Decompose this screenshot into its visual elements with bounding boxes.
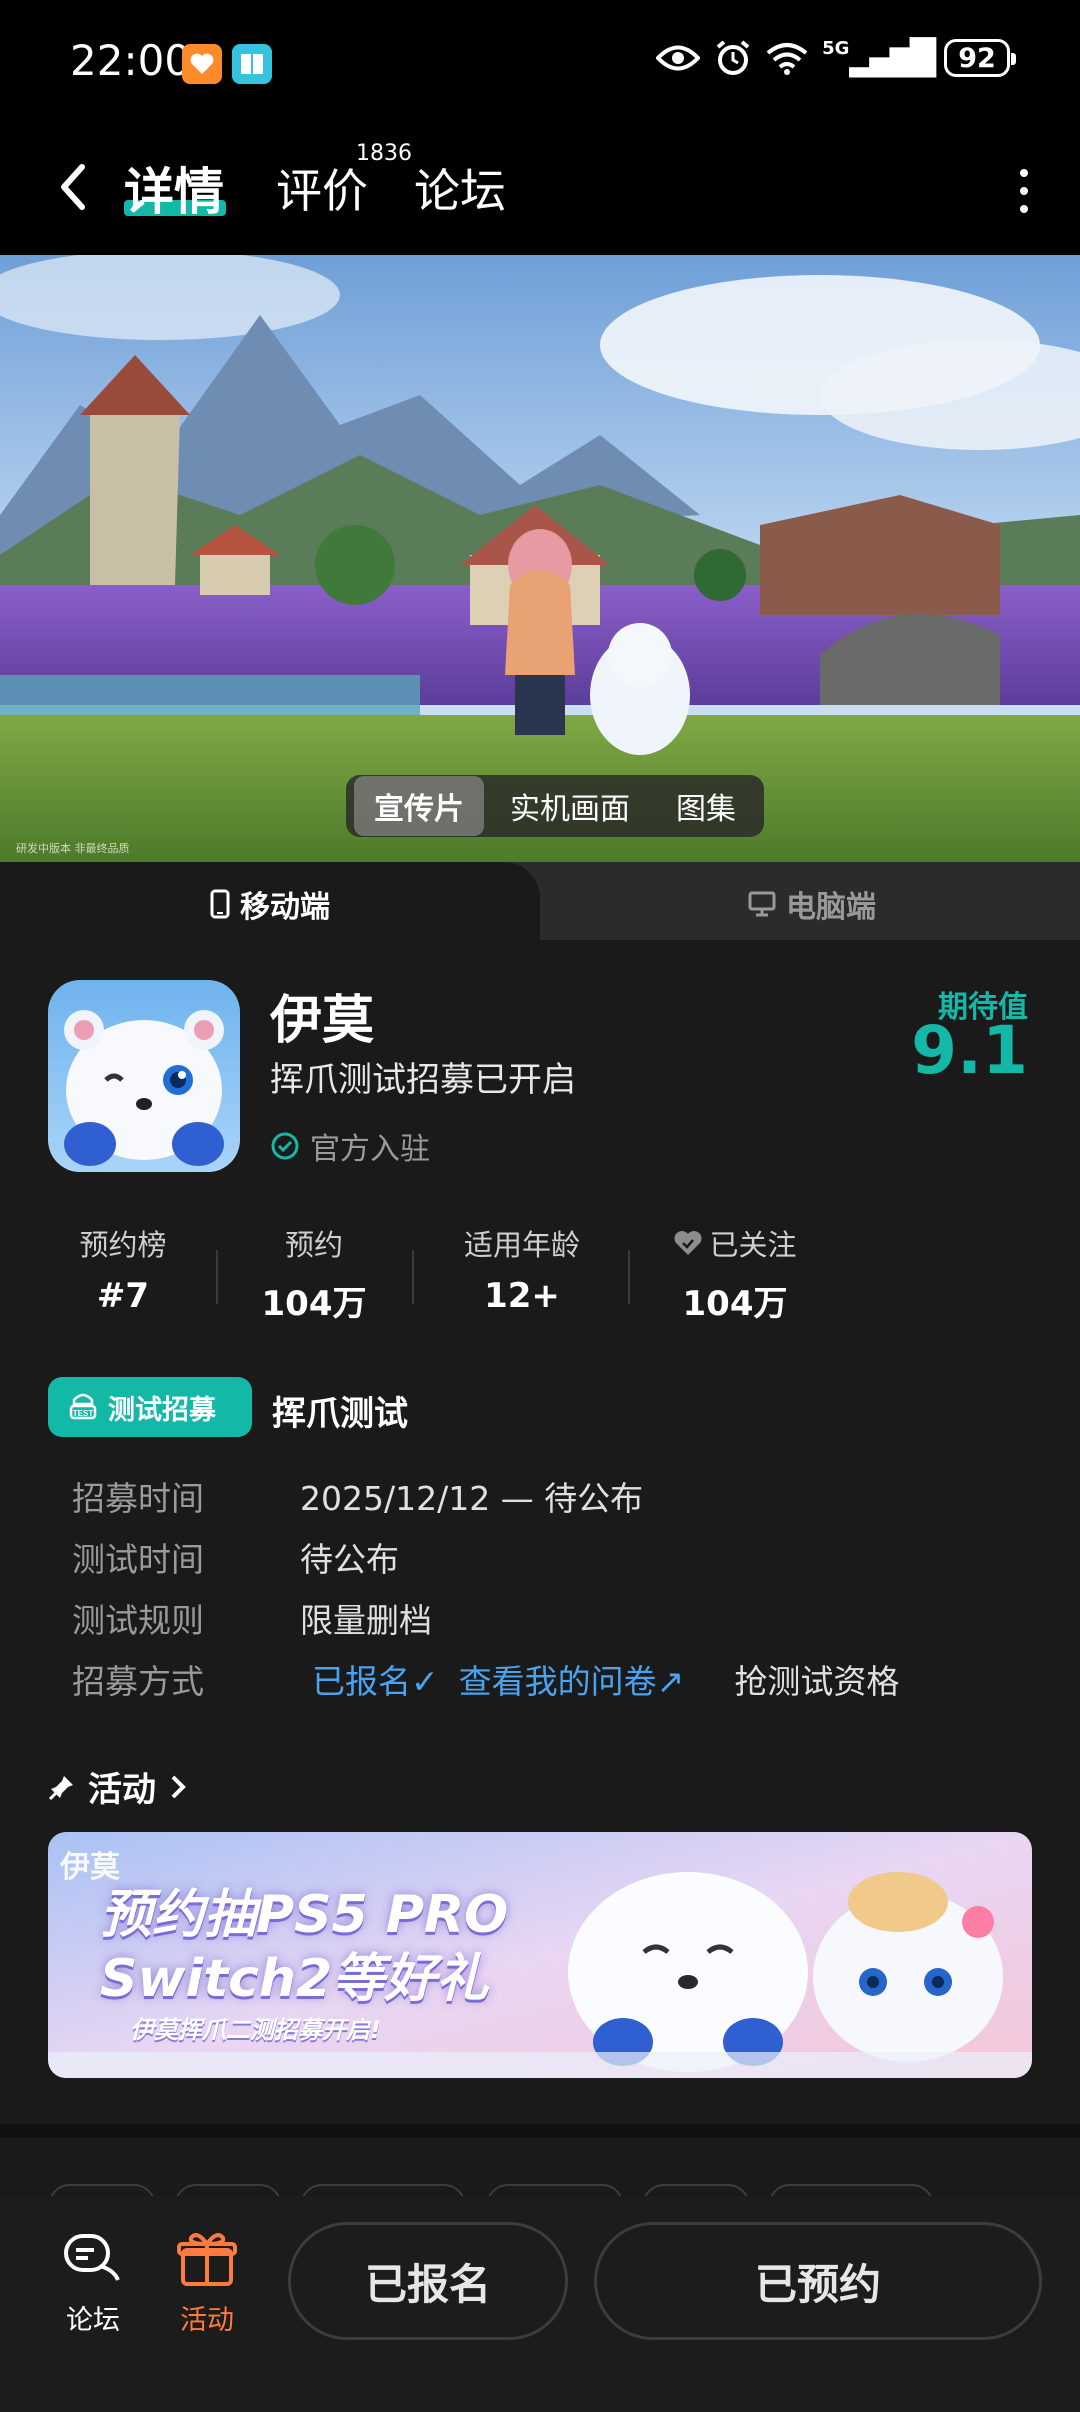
- gift-icon: [177, 2233, 237, 2286]
- forum-chat-icon: [64, 2234, 120, 2281]
- activity-banner[interactable]: 伊莫 预约抽PS5 PRO Switch2等好礼 伊莫挥爪二测招募开启!: [48, 1832, 1032, 2078]
- game-title: 伊莫: [270, 991, 375, 1051]
- tab-mobile[interactable]: 移动端: [210, 882, 330, 926]
- tab-gallery[interactable]: 图集: [656, 776, 756, 836]
- heart-check-icon: [674, 1231, 702, 1255]
- stat-followed-text: 已关注: [709, 1228, 797, 1262]
- pin-icon: [48, 1775, 73, 1800]
- chevron-right-icon: [171, 1775, 186, 1798]
- stat-rank[interactable]: 预约榜 #7: [56, 1222, 190, 1316]
- cell-signal-icon: 5G▂▄▆█: [822, 38, 936, 78]
- tab-gameplay[interactable]: 实机画面: [490, 776, 650, 836]
- stat-rank-label: 预约榜: [79, 1228, 167, 1262]
- expectation-score: 9.1: [911, 1012, 1028, 1089]
- game-app-icon: [48, 980, 240, 1172]
- bottom-activity[interactable]: 活动: [162, 2230, 252, 2337]
- stat-followed-value: 104万: [682, 1284, 788, 1324]
- stat-reservations-label: 预约: [284, 1228, 343, 1262]
- tab-trailer[interactable]: 宣传片: [354, 776, 484, 836]
- banner-headline-2: Switch2等好礼: [100, 1949, 489, 2009]
- dev-version-note: 研发中版本 非最终品质: [16, 842, 130, 855]
- stats-row: 预约榜 #7 预约 104万 适用年龄 12+ 已关注 104万: [0, 1222, 1080, 1325]
- official-label: 官方入驻: [310, 1132, 430, 1167]
- recruit-method-key: 招募方式: [72, 1662, 204, 1701]
- more-options-icon[interactable]: [1014, 161, 1034, 221]
- activity-header[interactable]: 活动: [48, 1762, 188, 1811]
- reader-app-icon: [232, 44, 272, 84]
- bottom-activity-label: 活动: [180, 2305, 234, 2336]
- stat-followed[interactable]: 已关注 104万: [660, 1222, 810, 1325]
- recruit-time-value: 2025/12/12 — 待公布: [300, 1479, 644, 1518]
- bottom-forum[interactable]: 论坛: [48, 2230, 138, 2337]
- stat-rank-value: #7: [96, 1276, 150, 1316]
- hero-image: [0, 255, 1080, 862]
- bottom-forum-label: 论坛: [66, 2305, 120, 2336]
- test-badge-label: 测试招募: [108, 1394, 216, 1426]
- wifi-icon: [766, 43, 808, 75]
- tab-mobile-label: 移动端: [240, 890, 330, 925]
- status-bar: 22:00 5G▂▄▆█ 92: [0, 0, 1080, 125]
- grab-test-qualification[interactable]: 抢测试资格: [734, 1655, 899, 1703]
- battery-icon: 92: [944, 39, 1016, 77]
- clock: 22:00: [70, 36, 192, 85]
- signed-up-button[interactable]: 已报名: [288, 2222, 568, 2340]
- official-verified: 官方入驻: [270, 1124, 430, 1168]
- signed-up-link[interactable]: 已报名✓: [312, 1655, 439, 1703]
- tab-pc[interactable]: 电脑端: [748, 882, 876, 926]
- activity-title: 活动: [88, 1770, 156, 1810]
- test-recruit-badge: TEST 测试招募: [48, 1377, 252, 1437]
- stat-age-value: 12+: [484, 1276, 560, 1316]
- stat-age-label: 适用年龄: [463, 1228, 580, 1262]
- back-arrow-icon[interactable]: [50, 157, 100, 217]
- recruit-time-key: 招募时间: [72, 1479, 204, 1518]
- platform-switcher: 移动端 电脑端: [0, 862, 1080, 940]
- section-separator: [0, 2124, 1080, 2138]
- test-icon: TEST: [69, 1393, 97, 1420]
- tab-details[interactable]: 详情: [124, 152, 224, 224]
- stat-age[interactable]: 适用年龄 12+: [440, 1222, 604, 1316]
- view-questionnaire-link[interactable]: 查看我的问卷↗: [459, 1655, 685, 1703]
- test-rules-value: 限量删档: [300, 1601, 432, 1640]
- tab-forum[interactable]: 论坛: [414, 155, 506, 221]
- monitor-icon: [748, 891, 776, 917]
- hero-media-tabs: 宣传片 实机画面 图集: [346, 775, 764, 837]
- phone-icon: [210, 889, 230, 919]
- test-time-value: 待公布: [300, 1540, 399, 1579]
- reserved-button[interactable]: 已预约: [594, 2222, 1042, 2340]
- reviews-count: 1836: [356, 141, 412, 166]
- stat-divider: [628, 1250, 630, 1304]
- stat-reservations-value: 104万: [261, 1284, 367, 1324]
- test-name: 挥爪测试: [272, 1394, 408, 1434]
- svg-text:TEST: TEST: [73, 1409, 94, 1418]
- stat-reservations: 预约 104万: [244, 1222, 384, 1325]
- test-time-key: 测试时间: [72, 1540, 204, 1579]
- tab-pc-label: 电脑端: [786, 890, 876, 925]
- stat-divider: [412, 1250, 414, 1304]
- banner-tagline: 伊莫挥爪二测招募开启!: [130, 2016, 381, 2044]
- eye-icon: [656, 45, 701, 71]
- tab-reviews[interactable]: 评价: [276, 155, 368, 221]
- recruit-method-values: 已报名✓ 查看我的问卷↗ 抢测试资格: [312, 1655, 899, 1703]
- test-rules-key: 测试规则: [72, 1601, 204, 1640]
- game-subtitle: 挥爪测试招募已开启: [270, 1060, 576, 1100]
- alarm-icon: [716, 40, 750, 75]
- hero-media[interactable]: 宣传片 实机画面 图集 研发中版本 非最终品质: [0, 255, 1080, 862]
- stat-divider: [216, 1250, 218, 1304]
- top-nav: 详情 评价 1836 论坛: [0, 125, 1080, 255]
- verified-check-icon: [271, 1132, 299, 1160]
- notification-app-icon: [182, 44, 222, 84]
- stat-followed-label: 已关注: [660, 1222, 810, 1264]
